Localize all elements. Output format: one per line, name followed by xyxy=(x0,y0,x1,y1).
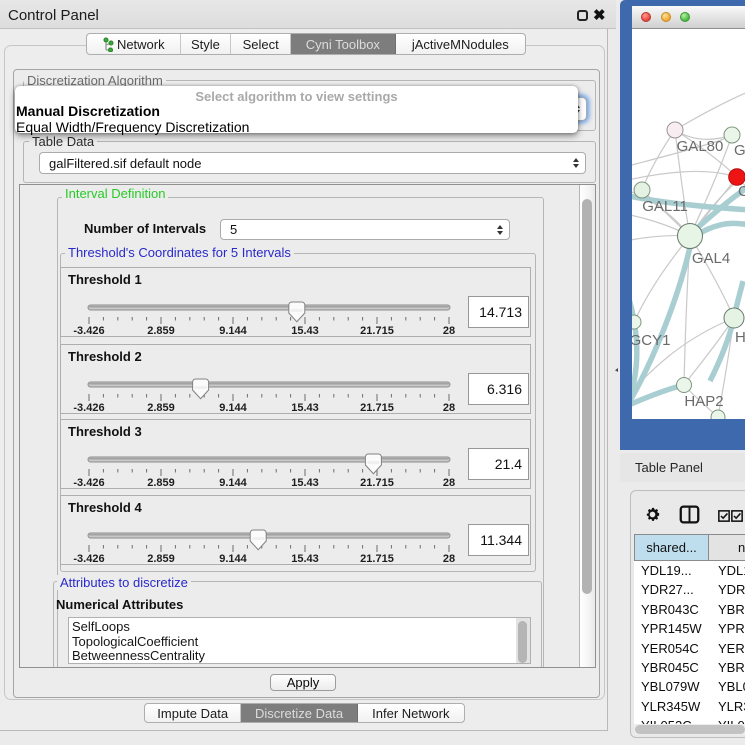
svg-text:9.144: 9.144 xyxy=(219,553,247,564)
svg-text:G.: G. xyxy=(734,142,745,159)
svg-text:GCY1: GCY1 xyxy=(632,332,670,349)
svg-text:-3.426: -3.426 xyxy=(73,477,104,488)
svg-text:HAP2: HAP2 xyxy=(684,393,723,410)
svg-text:21.715: 21.715 xyxy=(360,553,394,564)
svg-text:-3.426: -3.426 xyxy=(73,325,104,336)
svg-text:28: 28 xyxy=(443,402,455,413)
svg-text:9.144: 9.144 xyxy=(219,325,247,336)
svg-text:28: 28 xyxy=(443,553,455,564)
svg-text:2.859: 2.859 xyxy=(147,402,175,413)
svg-text:GAL80: GAL80 xyxy=(677,138,724,155)
svg-text:2.859: 2.859 xyxy=(147,325,175,336)
svg-text:C: C xyxy=(738,183,745,200)
svg-text:9.144: 9.144 xyxy=(219,477,247,488)
svg-text:15.43: 15.43 xyxy=(291,402,319,413)
svg-text:28: 28 xyxy=(443,477,455,488)
svg-text:15.43: 15.43 xyxy=(291,325,319,336)
svg-text:GAL4: GAL4 xyxy=(692,250,730,267)
svg-text:GAL11: GAL11 xyxy=(642,198,688,215)
svg-text:H: H xyxy=(735,329,745,346)
svg-text:2.859: 2.859 xyxy=(147,553,175,564)
svg-text:21.715: 21.715 xyxy=(360,402,394,413)
svg-text:2.859: 2.859 xyxy=(147,477,175,488)
svg-text:15.43: 15.43 xyxy=(291,477,319,488)
svg-text:28: 28 xyxy=(443,325,455,336)
svg-text:9.144: 9.144 xyxy=(219,402,247,413)
svg-text:21.715: 21.715 xyxy=(360,325,394,336)
svg-text:15.43: 15.43 xyxy=(291,553,319,564)
svg-text:21.715: 21.715 xyxy=(360,477,394,488)
svg-text:-3.426: -3.426 xyxy=(73,402,104,413)
svg-text:-3.426: -3.426 xyxy=(73,553,104,564)
